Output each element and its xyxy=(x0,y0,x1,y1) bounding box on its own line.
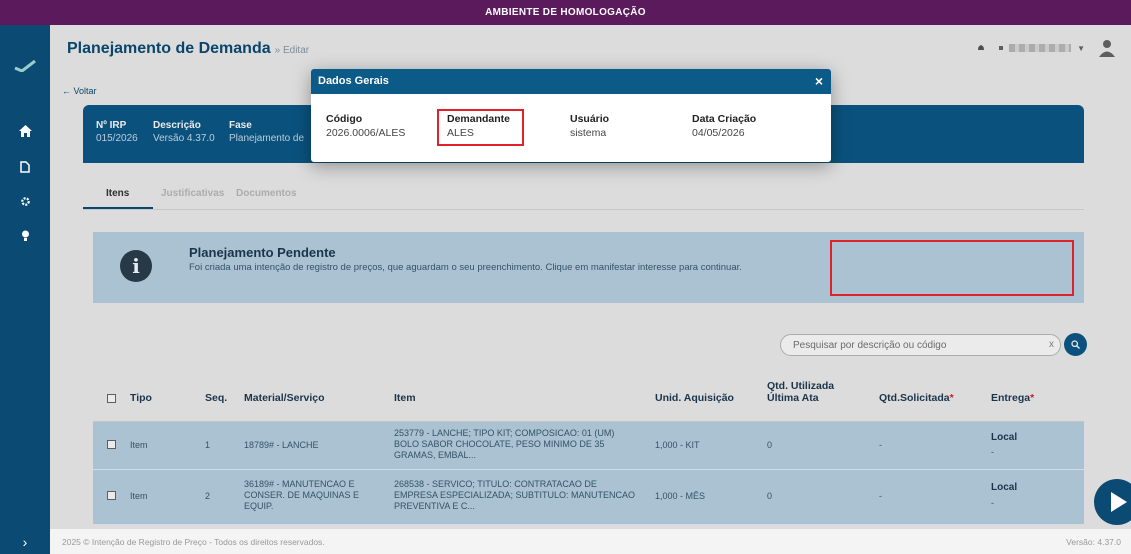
expand-sidebar-icon[interactable]: › xyxy=(0,529,50,554)
irp-description-label: Descrição xyxy=(153,120,201,131)
irp-number: Nº IRP 015/2026 xyxy=(96,119,138,145)
floating-action-button[interactable] xyxy=(1094,479,1131,525)
col-qtd-utilizada: Qtd. Utilizada Última Ata xyxy=(767,380,835,404)
irp-description-value: Versão 4.37.0 xyxy=(153,133,215,144)
cell-entrega-sub: - xyxy=(991,498,994,508)
cell-item: 253779 - LANCHE; TIPO KIT; COMPOSICAO: 0… xyxy=(394,428,615,460)
alert-text: Foi criada uma intenção de registro de p… xyxy=(189,262,742,273)
tab-justificativas[interactable]: Justificativas xyxy=(161,188,224,199)
annotation-highlight-box xyxy=(830,240,1074,296)
user-menu[interactable]: ▼ xyxy=(999,44,1085,53)
cell-entrega[interactable]: Local xyxy=(991,482,1017,493)
field-usuario-label: Usuário xyxy=(570,113,610,125)
user-name-redacted xyxy=(1009,44,1072,52)
gear-icon[interactable] xyxy=(17,193,33,209)
alert-title: Planejamento Pendente xyxy=(189,245,336,260)
close-icon[interactable]: × xyxy=(815,69,823,94)
col-entrega-label: Entrega xyxy=(991,392,1031,404)
profile-marker-icon xyxy=(999,46,1004,50)
cell-qtd-solicitada[interactable]: - xyxy=(879,491,882,502)
col-tipo: Tipo xyxy=(130,392,152,404)
cell-seq: 2 xyxy=(205,491,211,501)
cell-entrega-sub: - xyxy=(991,447,994,457)
col-item: Item xyxy=(394,392,416,404)
modal-header: Dados Gerais × xyxy=(311,69,831,94)
col-material: Material/Serviço xyxy=(244,392,325,404)
row-checkbox[interactable] xyxy=(107,491,116,500)
field-usuario-value: sistema xyxy=(570,127,607,139)
search-button[interactable] xyxy=(1064,333,1087,356)
col-entrega: Entrega* xyxy=(991,392,1034,404)
cell-qtd-utilizada: 0 xyxy=(767,491,773,501)
modal-title: Dados Gerais xyxy=(318,75,389,87)
cell-tipo: Item xyxy=(130,440,148,450)
environment-banner: AMBIENTE DE HOMOLOGAÇÃO xyxy=(0,0,1131,25)
page-title: Planejamento de Demanda» Editar xyxy=(67,40,309,58)
table-row[interactable]: Item 1 18789# - LANCHE 253779 - LANCHE; … xyxy=(93,422,1084,470)
back-link[interactable]: ← Voltar xyxy=(62,86,97,96)
cell-item: 268538 - SERVICO; TITULO: CONTRATACAO DE… xyxy=(394,479,636,511)
bell-icon[interactable] xyxy=(977,44,985,52)
cell-material: 36189# - MANUTENCAO E CONSER. DE MAQUINA… xyxy=(244,479,360,511)
lightbulb-icon[interactable] xyxy=(17,228,33,244)
col-unid-aquisicao: Unid. Aquisição xyxy=(655,392,734,404)
search-input[interactable] xyxy=(791,339,1015,352)
clear-search-icon[interactable]: x xyxy=(1049,339,1054,350)
field-usuario: Usuário sistema xyxy=(570,112,609,140)
irp-description: Descrição Versão 4.37.0 xyxy=(153,119,215,145)
footer-version: Versão: 4.37.0 xyxy=(1066,537,1121,547)
active-tab-indicator xyxy=(83,207,153,209)
chevron-down-icon: ▼ xyxy=(1077,43,1085,53)
dados-gerais-modal: Dados Gerais × Código 2026.0006/ALES Dem… xyxy=(311,69,831,162)
items-table: Tipo Seq. Material/Serviço Item Unid. Aq… xyxy=(93,375,1084,525)
avatar[interactable] xyxy=(1099,39,1115,57)
tab-itens[interactable]: Itens xyxy=(106,188,129,199)
cell-unid: 1,000 - KIT xyxy=(655,440,700,450)
required-mark: * xyxy=(1030,392,1035,404)
irp-phase-label: Fase xyxy=(229,120,252,131)
search-box: x xyxy=(780,334,1061,356)
table-row[interactable]: Item 2 36189# - MANUTENCAO E CONSER. DE … xyxy=(93,470,1084,525)
field-data-criacao: Data Criação 04/05/2026 xyxy=(692,112,756,140)
cell-seq: 1 xyxy=(205,440,211,450)
logo-icon xyxy=(14,60,36,72)
document-icon[interactable] xyxy=(17,159,33,175)
page-title-text: Planejamento de Demanda xyxy=(67,40,271,57)
col-qtd-solicitada-label: Qtd.Solicitada xyxy=(879,392,950,404)
field-codigo: Código 2026.0006/ALES xyxy=(326,112,405,140)
tab-bar: Itens Justificativas Documentos xyxy=(83,185,1084,210)
select-all-checkbox[interactable] xyxy=(107,394,116,403)
sidebar: › xyxy=(0,25,50,554)
field-codigo-value: 2026.0006/ALES xyxy=(326,127,406,139)
cell-qtd-solicitada[interactable]: - xyxy=(879,440,882,451)
cell-unid: 1,000 - MÊS xyxy=(655,491,706,501)
cell-entrega[interactable]: Local xyxy=(991,432,1017,443)
cell-qtd-utilizada: 0 xyxy=(767,440,773,450)
col-qtd-solicitada: Qtd.Solicitada* xyxy=(879,392,954,404)
irp-number-value: 015/2026 xyxy=(96,133,138,144)
footer: 2025 © Intenção de Registro de Preço - T… xyxy=(50,529,1131,554)
search-icon xyxy=(1071,340,1080,349)
irp-phase: Fase Planejamento de xyxy=(229,119,304,145)
tab-documentos[interactable]: Documentos xyxy=(236,188,297,199)
info-icon: i xyxy=(120,250,152,282)
field-codigo-label: Código xyxy=(326,113,363,125)
annotation-highlight-demandante xyxy=(437,109,524,146)
irp-number-label: Nº IRP xyxy=(96,120,127,131)
user-area: ▼ xyxy=(977,39,1115,57)
field-data-criacao-value: 04/05/2026 xyxy=(692,127,745,139)
cell-tipo: Item xyxy=(130,491,148,501)
cell-material: 18789# - LANCHE xyxy=(244,440,319,450)
row-checkbox[interactable] xyxy=(107,440,116,449)
page-subtitle: » Editar xyxy=(274,45,310,56)
home-icon[interactable] xyxy=(17,123,33,139)
irp-phase-value: Planejamento de xyxy=(229,133,305,144)
table-header: Tipo Seq. Material/Serviço Item Unid. Aq… xyxy=(93,375,1084,422)
play-icon xyxy=(1111,492,1127,512)
col-seq: Seq. xyxy=(205,392,228,404)
required-mark: * xyxy=(949,392,954,404)
footer-copyright: 2025 © Intenção de Registro de Preço - T… xyxy=(62,537,325,547)
field-data-criacao-label: Data Criação xyxy=(692,113,757,125)
